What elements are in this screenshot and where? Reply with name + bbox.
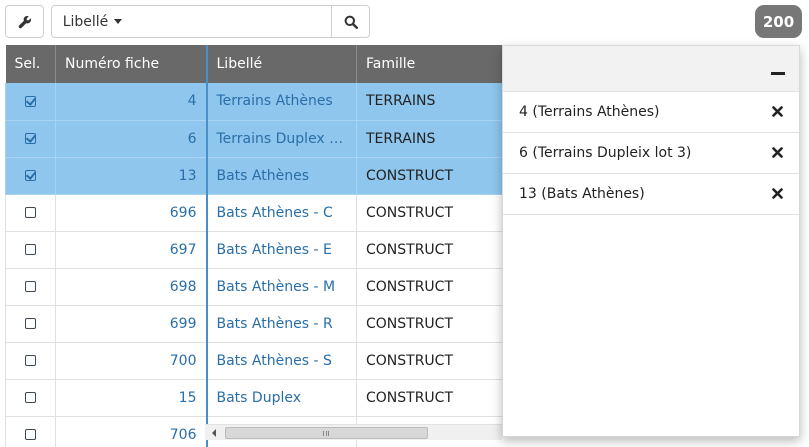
table-row[interactable]: 4 Terrains Athènes TERRAINS (5, 83, 525, 121)
famille-cell: TERRAINS (356, 120, 525, 158)
grip-icon (323, 431, 329, 436)
checked-checkbox-icon[interactable] (25, 170, 36, 181)
column-header-sel[interactable]: Sel. (5, 45, 56, 83)
famille-cell: CONSTRUCT (356, 268, 525, 306)
wrench-icon (18, 15, 31, 28)
checkbox-icon[interactable] (25, 207, 36, 218)
selected-item-label: 4 (Terrains Athènes) (519, 104, 660, 120)
column-header-libelle[interactable]: Libellé (205, 45, 357, 83)
row-select-cell[interactable] (5, 83, 56, 121)
famille-cell: CONSTRUCT (356, 342, 525, 380)
libelle-cell[interactable]: Bats Athènes (205, 157, 357, 195)
selected-item: 4 (Terrains Athènes) (503, 92, 799, 133)
numero-cell[interactable]: 13 (55, 157, 207, 195)
numero-cell[interactable]: 700 (55, 342, 207, 380)
numero-cell[interactable]: 699 (55, 305, 207, 343)
scroll-left-arrow-icon[interactable] (212, 429, 216, 437)
selected-item-label: 6 (Terrains Dupleix lot 3) (519, 145, 692, 161)
selected-item: 6 (Terrains Dupleix lot 3) (503, 133, 799, 174)
famille-cell: CONSTRUCT (356, 157, 525, 195)
selection-panel-header (503, 46, 799, 92)
row-select-cell[interactable] (5, 157, 56, 195)
numero-cell[interactable]: 6 (55, 120, 207, 158)
checkbox-icon[interactable] (25, 281, 36, 292)
table-row[interactable]: 6 Terrains Duplex lot 3 TERRAINS (5, 120, 525, 158)
libelle-cell[interactable]: Bats Duplex (205, 379, 357, 417)
checkbox-icon[interactable] (25, 244, 36, 255)
numero-cell[interactable]: 696 (55, 194, 207, 232)
checkbox-icon[interactable] (25, 392, 36, 403)
caret-down-icon (114, 19, 123, 24)
checkbox-icon[interactable] (25, 318, 36, 329)
selected-item: 13 (Bats Athènes) (503, 174, 799, 215)
famille-cell: CONSTRUCT (356, 231, 525, 269)
close-icon[interactable] (772, 147, 783, 158)
checkbox-icon[interactable] (25, 355, 36, 366)
checked-checkbox-icon[interactable] (25, 133, 36, 144)
table-row[interactable]: 699 Bats Athènes - R CONSTRUCT (5, 305, 525, 343)
table-row[interactable]: 696 Bats Athènes - C CONSTRUCT (5, 194, 525, 232)
records-table: Sel. Numéro fiche Libellé Famille 4 Terra… (5, 45, 525, 447)
selection-list: 4 (Terrains Athènes) 6 (Terrains Dupleix … (503, 92, 799, 215)
scrollbar-thumb[interactable] (225, 427, 428, 439)
famille-cell: CONSTRUCT (356, 379, 525, 417)
records-grid: Sel. Numéro fiche Libellé Famille 4 Terra… (5, 45, 525, 447)
libelle-cell[interactable]: Terrains Athènes (205, 83, 357, 121)
column-header-numero[interactable]: Numéro fiche (55, 45, 207, 83)
column-header-famille[interactable]: Famille (356, 45, 525, 83)
close-icon[interactable] (772, 188, 783, 199)
field-selector-label: Libellé (62, 13, 109, 30)
minimize-icon[interactable] (771, 72, 785, 75)
field-selector-dropdown[interactable]: Libellé (51, 5, 134, 38)
row-select-cell[interactable] (5, 194, 56, 232)
search-button[interactable] (331, 5, 370, 38)
row-select-cell[interactable] (5, 379, 56, 417)
table-row[interactable]: 697 Bats Athènes - E CONSTRUCT (5, 231, 525, 269)
table-row[interactable]: 700 Bats Athènes - S CONSTRUCT (5, 342, 525, 380)
libelle-cell[interactable]: Bats Athènes - R (205, 305, 357, 343)
selection-panel: 4 (Terrains Athènes) 6 (Terrains Dupleix … (502, 45, 800, 437)
row-select-cell[interactable] (5, 416, 56, 447)
settings-button[interactable] (5, 5, 44, 38)
numero-cell[interactable]: 698 (55, 268, 207, 306)
libelle-cell[interactable]: Terrains Duplex lot 3 (205, 120, 357, 158)
row-select-cell[interactable] (5, 268, 56, 306)
selected-item-label: 13 (Bats Athènes) (519, 186, 645, 202)
search-input[interactable] (133, 5, 332, 38)
checked-checkbox-icon[interactable] (25, 95, 36, 107)
row-select-cell[interactable] (5, 231, 56, 269)
horizontal-scrollbar[interactable] (205, 424, 502, 440)
table-row[interactable]: 15 Bats Duplex CONSTRUCT (5, 379, 525, 417)
checkbox-icon[interactable] (25, 429, 36, 440)
numero-cell[interactable]: 697 (55, 231, 207, 269)
table-header-row: Sel. Numéro fiche Libellé Famille (5, 45, 525, 83)
row-select-cell[interactable] (5, 342, 56, 380)
famille-cell: TERRAINS (356, 83, 525, 121)
numero-cell[interactable]: 706 (55, 416, 207, 447)
famille-cell: CONSTRUCT (356, 194, 525, 232)
row-select-cell[interactable] (5, 120, 56, 158)
libelle-cell[interactable]: Bats Athènes - M (205, 268, 357, 306)
record-count-badge: 200 (755, 5, 802, 38)
famille-cell: CONSTRUCT (356, 305, 525, 343)
numero-cell[interactable]: 15 (55, 379, 207, 417)
numero-cell[interactable]: 4 (55, 83, 207, 121)
search-icon (344, 15, 358, 29)
libelle-cell[interactable]: Bats Athènes - S (205, 342, 357, 380)
table-row[interactable]: 698 Bats Athènes - M CONSTRUCT (5, 268, 525, 306)
libelle-cell[interactable]: Bats Athènes - E (205, 231, 357, 269)
close-icon[interactable] (772, 106, 783, 117)
row-select-cell[interactable] (5, 305, 56, 343)
libelle-cell[interactable]: Bats Athènes - C (205, 194, 357, 232)
table-row[interactable]: 13 Bats Athènes CONSTRUCT (5, 157, 525, 195)
